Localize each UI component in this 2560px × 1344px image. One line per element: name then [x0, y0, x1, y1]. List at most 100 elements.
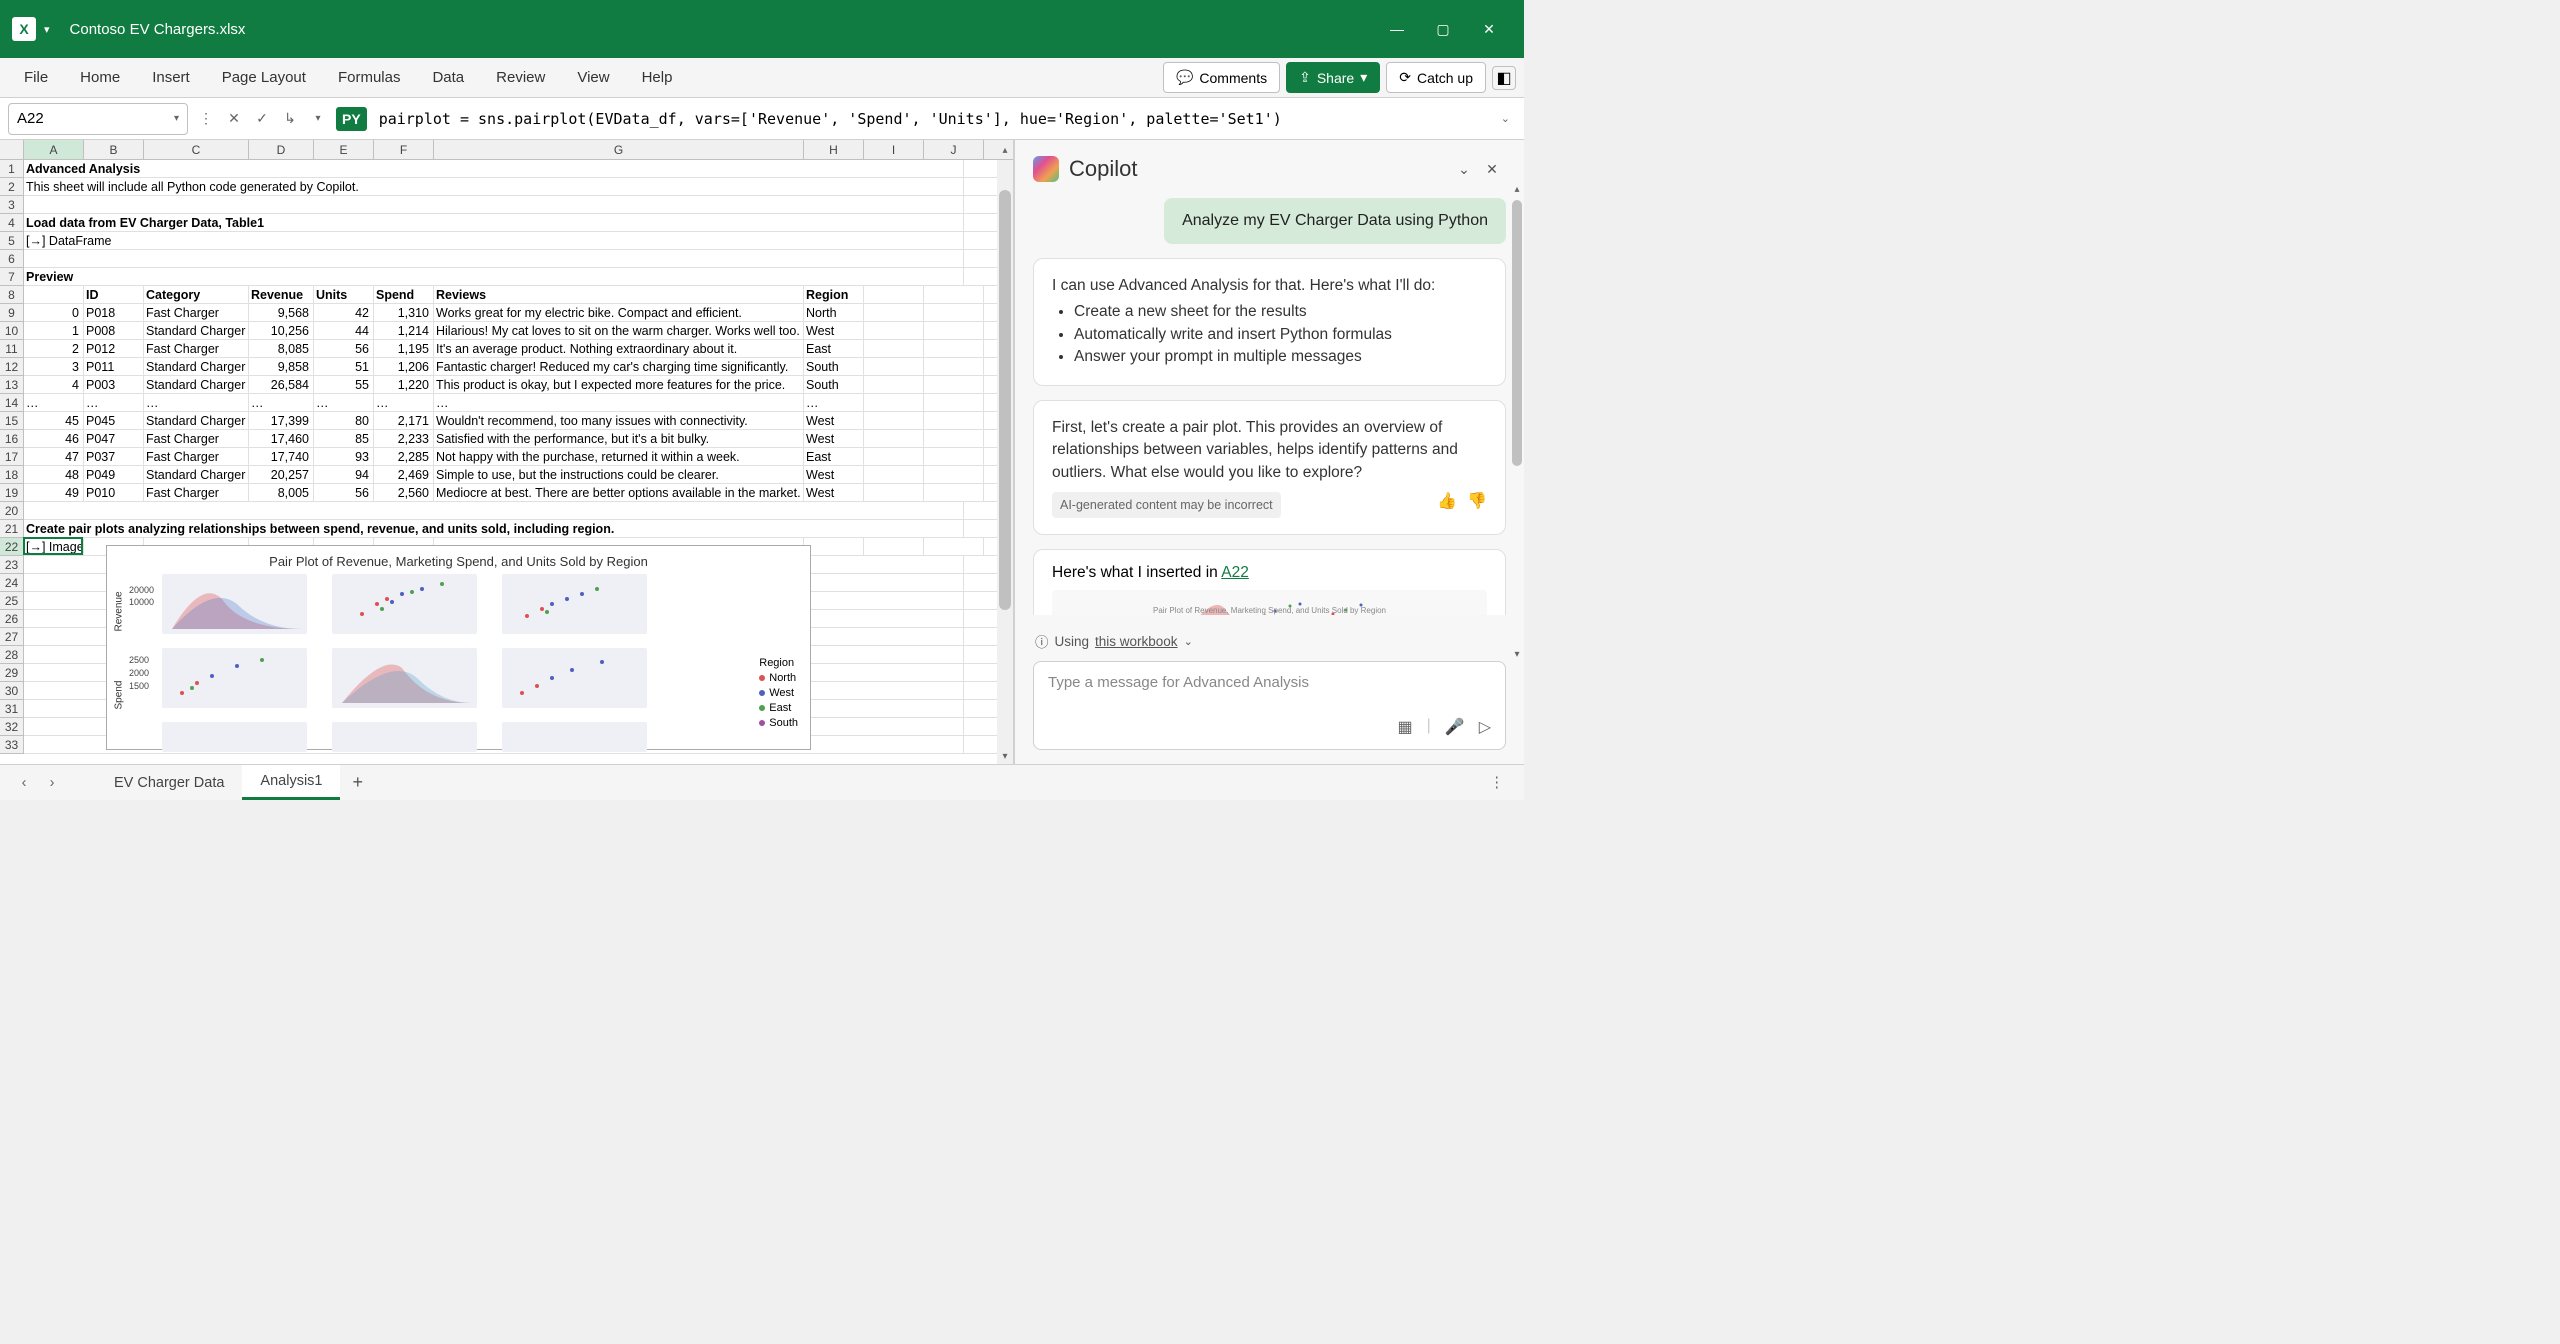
scroll-up-icon[interactable]: ▴ — [997, 142, 1013, 158]
row-header[interactable]: 11 — [0, 340, 23, 358]
scroll-thumb[interactable] — [999, 190, 1011, 610]
row-header[interactable]: 12 — [0, 358, 23, 376]
row-header[interactable]: 18 — [0, 466, 23, 484]
table-row[interactable]: This sheet will include all Python code … — [24, 178, 1013, 196]
row-header[interactable]: 7 — [0, 268, 23, 286]
row-header[interactable]: 13 — [0, 376, 23, 394]
row-header[interactable]: 21 — [0, 520, 23, 538]
tab-page-layout[interactable]: Page Layout — [206, 58, 322, 97]
tab-file[interactable]: File — [8, 58, 64, 97]
table-row[interactable]: [→] DataFrame — [24, 232, 1013, 250]
workbook-icon[interactable]: ▦ — [1397, 717, 1412, 737]
thumbs-down-icon[interactable]: 👎 — [1467, 490, 1487, 513]
row-header[interactable]: 20 — [0, 502, 23, 520]
tab-insert[interactable]: Insert — [136, 58, 206, 97]
row-header[interactable]: 17 — [0, 448, 23, 466]
table-row[interactable]: 0P018Fast Charger9,568421,310Works great… — [24, 304, 1013, 322]
column-header[interactable]: F — [374, 140, 434, 159]
column-header[interactable]: H — [804, 140, 864, 159]
row-header[interactable]: 28 — [0, 646, 23, 664]
table-row[interactable]: 45P045Standard Charger17,399802,171Would… — [24, 412, 1013, 430]
table-row[interactable] — [24, 196, 1013, 214]
column-header[interactable]: J — [924, 140, 984, 159]
sheet-tab-analysis1[interactable]: Analysis1 — [242, 765, 340, 800]
copilot-scrollbar[interactable]: ▴ ▾ — [1512, 200, 1522, 644]
vertical-scrollbar[interactable]: ▴ ▾ — [997, 160, 1013, 764]
send-icon[interactable]: ▷ — [1479, 717, 1491, 737]
row-header[interactable]: 4 — [0, 214, 23, 232]
comments-button[interactable]: 💬 Comments — [1163, 62, 1280, 93]
share-button[interactable]: ⇪ Share ▾ — [1286, 62, 1380, 93]
table-row[interactable]: 49P010Fast Charger8,005562,560Mediocre a… — [24, 484, 1013, 502]
microphone-icon[interactable]: 🎤 — [1445, 717, 1465, 737]
row-header[interactable]: 27 — [0, 628, 23, 646]
copilot-input[interactable]: Type a message for Advanced Analysis ▦ |… — [1033, 661, 1506, 750]
row-header[interactable]: 31 — [0, 700, 23, 718]
row-header[interactable]: 24 — [0, 574, 23, 592]
row-header[interactable]: 16 — [0, 430, 23, 448]
row-header[interactable]: 15 — [0, 412, 23, 430]
scroll-thumb[interactable] — [1512, 200, 1522, 466]
row-header[interactable]: 33 — [0, 736, 23, 754]
formula-expand-icon[interactable]: ⌄ — [1495, 112, 1516, 125]
cell-link[interactable]: A22 — [1221, 564, 1249, 581]
tab-data[interactable]: Data — [416, 58, 480, 97]
name-box[interactable]: A22 ▾ — [8, 103, 188, 135]
table-row[interactable]: 2P012Fast Charger8,085561,195It's an ave… — [24, 340, 1013, 358]
spreadsheet-grid[interactable]: ABCDEFGHIJ 12345678910111213141516171819… — [0, 140, 1014, 764]
table-row[interactable]: Preview — [24, 268, 1013, 286]
row-header[interactable]: 8 — [0, 286, 23, 304]
qat-chevron-icon[interactable]: ▾ — [44, 23, 50, 36]
row-header[interactable]: 32 — [0, 718, 23, 736]
cancel-icon[interactable]: ✕ — [222, 107, 246, 131]
table-row[interactable]: Create pair plots analyzing relationship… — [24, 520, 1013, 538]
sheet-nav-prev[interactable]: ‹ — [10, 775, 38, 791]
column-header[interactable]: E — [314, 140, 374, 159]
row-header[interactable]: 14 — [0, 394, 23, 412]
row-header[interactable]: 6 — [0, 250, 23, 268]
tab-review[interactable]: Review — [480, 58, 561, 97]
chevron-down-icon[interactable]: ⌄ — [1184, 635, 1193, 648]
tab-view[interactable]: View — [561, 58, 625, 97]
pairplot-chart[interactable]: Pair Plot of Revenue, Marketing Spend, a… — [106, 545, 811, 750]
column-header[interactable]: D — [249, 140, 314, 159]
row-header[interactable]: 26 — [0, 610, 23, 628]
column-header[interactable]: G — [434, 140, 804, 159]
row-header[interactable]: 23 — [0, 556, 23, 574]
table-row[interactable] — [24, 250, 1013, 268]
column-header[interactable]: A — [24, 140, 84, 159]
table-row[interactable]: Load data from EV Charger Data, Table1 — [24, 214, 1013, 232]
copilot-toggle-button[interactable]: ◧ — [1492, 66, 1516, 90]
row-header[interactable]: 5 — [0, 232, 23, 250]
row-header[interactable]: 29 — [0, 664, 23, 682]
row-header[interactable]: 30 — [0, 682, 23, 700]
scroll-down-icon[interactable]: ▾ — [997, 748, 1013, 764]
thumbs-up-icon[interactable]: 👍 — [1437, 490, 1457, 513]
maximize-button[interactable]: ▢ — [1420, 13, 1466, 45]
table-row[interactable]: Advanced Analysis — [24, 160, 1013, 178]
table-row[interactable]: 3P011Standard Charger9,858511,206Fantast… — [24, 358, 1013, 376]
catch-up-button[interactable]: ⟳ Catch up — [1386, 62, 1486, 93]
table-row[interactable] — [24, 502, 1013, 520]
insert-python-icon[interactable]: ↳ — [278, 107, 302, 131]
table-row[interactable]: IDCategoryRevenueUnitsSpendReviewsRegion — [24, 286, 1013, 304]
table-row[interactable]: 48P049Standard Charger20,257942,469Simpl… — [24, 466, 1013, 484]
column-header[interactable]: I — [864, 140, 924, 159]
table-row[interactable]: …………………… — [24, 394, 1013, 412]
formula-input[interactable]: pairplot = sns.pairplot(EVData_df, vars=… — [373, 110, 1489, 128]
row-header[interactable]: 10 — [0, 322, 23, 340]
sheet-nav-next[interactable]: › — [38, 775, 66, 791]
tab-home[interactable]: Home — [64, 58, 136, 97]
accept-icon[interactable]: ✓ — [250, 107, 274, 131]
copilot-close-icon[interactable]: ✕ — [1478, 155, 1506, 183]
minimize-button[interactable]: — — [1374, 13, 1420, 45]
chevron-down-icon[interactable]: ▾ — [174, 113, 179, 124]
row-header[interactable]: 19 — [0, 484, 23, 502]
row-header[interactable]: 3 — [0, 196, 23, 214]
row-header[interactable]: 9 — [0, 304, 23, 322]
tab-help[interactable]: Help — [626, 58, 689, 97]
close-button[interactable]: ✕ — [1466, 13, 1512, 45]
row-header[interactable]: 22 — [0, 538, 23, 556]
row-header[interactable]: 2 — [0, 178, 23, 196]
sheet-options-icon[interactable]: ⋮ — [1480, 775, 1515, 791]
